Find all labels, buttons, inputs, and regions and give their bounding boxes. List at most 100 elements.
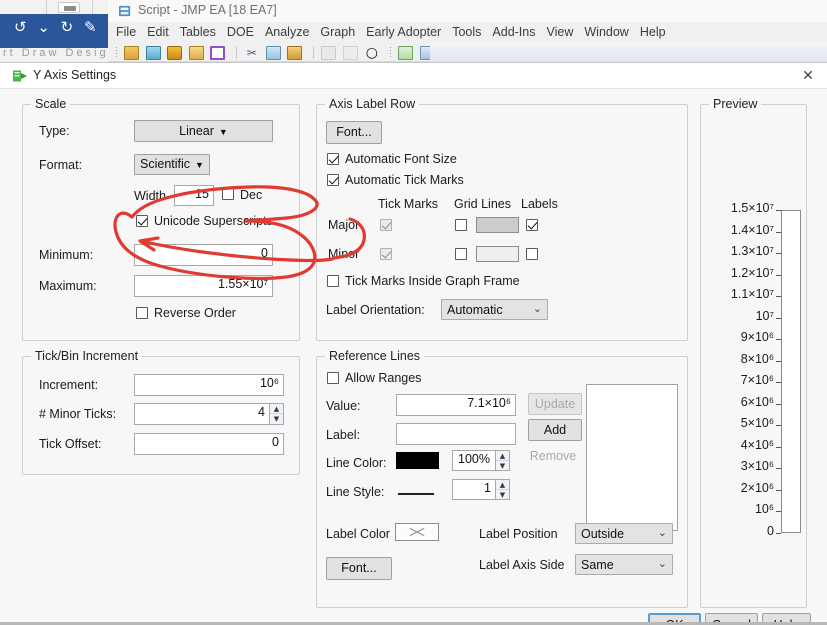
- save-icon[interactable]: [210, 46, 225, 60]
- close-icon[interactable]: ✕: [799, 67, 817, 85]
- preview-tick-mark: [776, 511, 781, 512]
- open-folder-icon[interactable]: [189, 46, 204, 60]
- value-label: Value:: [326, 399, 361, 413]
- preview-legend: Preview: [709, 97, 761, 111]
- tick-marks-inside-checkbox[interactable]: [327, 275, 339, 287]
- label-orientation-dropdown[interactable]: Automatic: [441, 299, 548, 320]
- stepper-down-icon[interactable]: ▼: [270, 414, 283, 424]
- stepper-up-icon[interactable]: ▲: [496, 451, 509, 461]
- minor-ticks-input[interactable]: 4: [134, 403, 270, 425]
- menu-item-early-adopter[interactable]: Early Adopter: [366, 25, 441, 39]
- menu-item-help[interactable]: Help: [640, 25, 666, 39]
- automatic-font-size-label: Automatic Font Size: [345, 152, 457, 166]
- dec-label: Dec: [240, 188, 262, 202]
- reference-lines-font-button[interactable]: Font...: [326, 557, 392, 580]
- stepper-up-icon[interactable]: ▲: [496, 480, 509, 490]
- scale-format-value: Scientific: [140, 155, 190, 174]
- menu-item-tools[interactable]: Tools: [452, 25, 481, 39]
- line-width-stepper[interactable]: ▲ ▼: [496, 479, 510, 500]
- jmp-title-text: Script - JMP EA [18 EA7]: [138, 3, 277, 17]
- major-labels-checkbox[interactable]: [526, 219, 538, 231]
- label-color-swatch[interactable]: [395, 523, 439, 541]
- line-width-input[interactable]: 1: [452, 479, 496, 500]
- copy-icon[interactable]: [266, 46, 281, 60]
- preview-tick-label: 1.3×10⁷: [731, 244, 774, 258]
- width-input[interactable]: 15: [174, 185, 214, 206]
- add-button[interactable]: Add: [528, 419, 582, 441]
- scale-type-dropdown-button[interactable]: Linear▼: [134, 120, 273, 142]
- stepper-down-icon[interactable]: ▼: [496, 461, 509, 471]
- automatic-tick-marks-checkbox[interactable]: [327, 174, 339, 186]
- scale-format-dropdown-button[interactable]: Scientific ▼: [134, 154, 210, 175]
- line-opacity-stepper[interactable]: ▲ ▼: [496, 450, 510, 471]
- menu-item-doe[interactable]: DOE: [227, 25, 254, 39]
- chevron-down-icon: ▼: [195, 156, 204, 175]
- menu-item-view[interactable]: View: [547, 25, 574, 39]
- tick-marks-inside-label: Tick Marks Inside Graph Frame: [345, 274, 520, 288]
- jmp-title-bar: Script - JMP EA [18 EA7]: [108, 0, 827, 22]
- menu-item-file[interactable]: File: [116, 25, 136, 39]
- office-undo-redo-icons[interactable]: ↺ ⌄ ↻ ✎ ⌄: [14, 18, 123, 36]
- major-grid-lines-checkbox[interactable]: [455, 219, 467, 231]
- reverse-order-checkbox[interactable]: [136, 307, 148, 319]
- allow-ranges-checkbox[interactable]: [327, 372, 339, 384]
- screenshot-root: ↺ ⌄ ↻ ✎ ⌄ rt Draw Desig Script - JMP EA …: [0, 0, 827, 625]
- reference-value-input[interactable]: 7.1×10⁶: [396, 394, 516, 416]
- major-grid-color-swatch[interactable]: [476, 217, 519, 233]
- office-tab-labels[interactable]: rt Draw Desig: [3, 47, 109, 59]
- maximum-input[interactable]: 1.55×10⁷: [134, 275, 273, 297]
- preview-tick-label: 1.1×10⁷: [731, 287, 774, 301]
- minor-labels-checkbox[interactable]: [526, 248, 538, 260]
- search-icon[interactable]: ○: [364, 46, 379, 60]
- minor-grid-color-swatch[interactable]: [476, 246, 519, 262]
- stepper-down-icon[interactable]: ▼: [496, 490, 509, 500]
- menu-item-add-ins[interactable]: Add-Ins: [492, 25, 535, 39]
- run-script-icon[interactable]: [398, 46, 413, 60]
- paste-icon[interactable]: [287, 46, 302, 60]
- preview-tick-label: 7×10⁶: [741, 373, 774, 387]
- remove-button: Remove: [524, 446, 582, 468]
- minor-grid-lines-checkbox[interactable]: [455, 248, 467, 260]
- type-label: Type:: [39, 124, 70, 138]
- reference-lines-listbox[interactable]: [586, 384, 678, 531]
- preview-tick-mark: [776, 232, 781, 233]
- open-file-icon[interactable]: [167, 46, 182, 60]
- menu-item-edit[interactable]: Edit: [147, 25, 169, 39]
- reference-label-input[interactable]: [396, 423, 516, 445]
- axis-label-font-button[interactable]: Font...: [326, 121, 382, 144]
- menu-item-window[interactable]: Window: [584, 25, 628, 39]
- cut-icon[interactable]: ✂: [244, 46, 259, 60]
- line-style-preview[interactable]: [398, 493, 434, 495]
- toolbar-grip-2[interactable]: [389, 46, 392, 59]
- minimum-input[interactable]: 0: [134, 244, 273, 266]
- stepper-up-icon[interactable]: ▲: [270, 404, 283, 414]
- toolbar-grip-1[interactable]: [115, 46, 118, 59]
- jmp-menu-items[interactable]: File Edit Tables DOE Analyze Graph Early Adopt…: [116, 25, 677, 39]
- new-data-table-icon[interactable]: [124, 46, 139, 60]
- dialog-title-bar: Y Axis Settings ✕: [0, 63, 827, 89]
- automatic-font-size-checkbox[interactable]: [327, 153, 339, 165]
- menu-item-analyze[interactable]: Analyze: [265, 25, 309, 39]
- preview-tick-label: 3×10⁶: [741, 459, 774, 473]
- chevron-down-icon: ▼: [219, 122, 228, 142]
- preview-tick-label: 10⁶: [755, 502, 774, 516]
- preview-tick-mark: [776, 533, 781, 534]
- label-position-dropdown[interactable]: Outside: [575, 523, 673, 544]
- dec-checkbox[interactable]: [222, 188, 234, 200]
- tick-offset-input[interactable]: 0: [134, 433, 284, 455]
- preview-tick-mark: [776, 490, 781, 491]
- line-color-swatch[interactable]: [396, 452, 439, 469]
- minor-ticks-stepper[interactable]: ▲ ▼: [270, 403, 284, 425]
- jmp-menu-bar: File Edit Tables DOE Analyze Graph Early Adopt…: [108, 22, 827, 42]
- label-axis-side-dropdown[interactable]: Same: [575, 554, 673, 575]
- open-report-icon[interactable]: [146, 46, 161, 60]
- scale-group-legend: Scale: [31, 97, 70, 111]
- menu-item-tables[interactable]: Tables: [180, 25, 216, 39]
- preview-tick-mark: [776, 425, 781, 426]
- preview-tick-mark: [776, 404, 781, 405]
- increment-input[interactable]: 10⁶: [134, 374, 284, 396]
- line-opacity-input[interactable]: 100%: [452, 450, 496, 471]
- menu-item-graph[interactable]: Graph: [320, 25, 355, 39]
- preview-tick-label: 9×10⁶: [741, 330, 774, 344]
- unicode-superscripts-checkbox[interactable]: [136, 215, 148, 227]
